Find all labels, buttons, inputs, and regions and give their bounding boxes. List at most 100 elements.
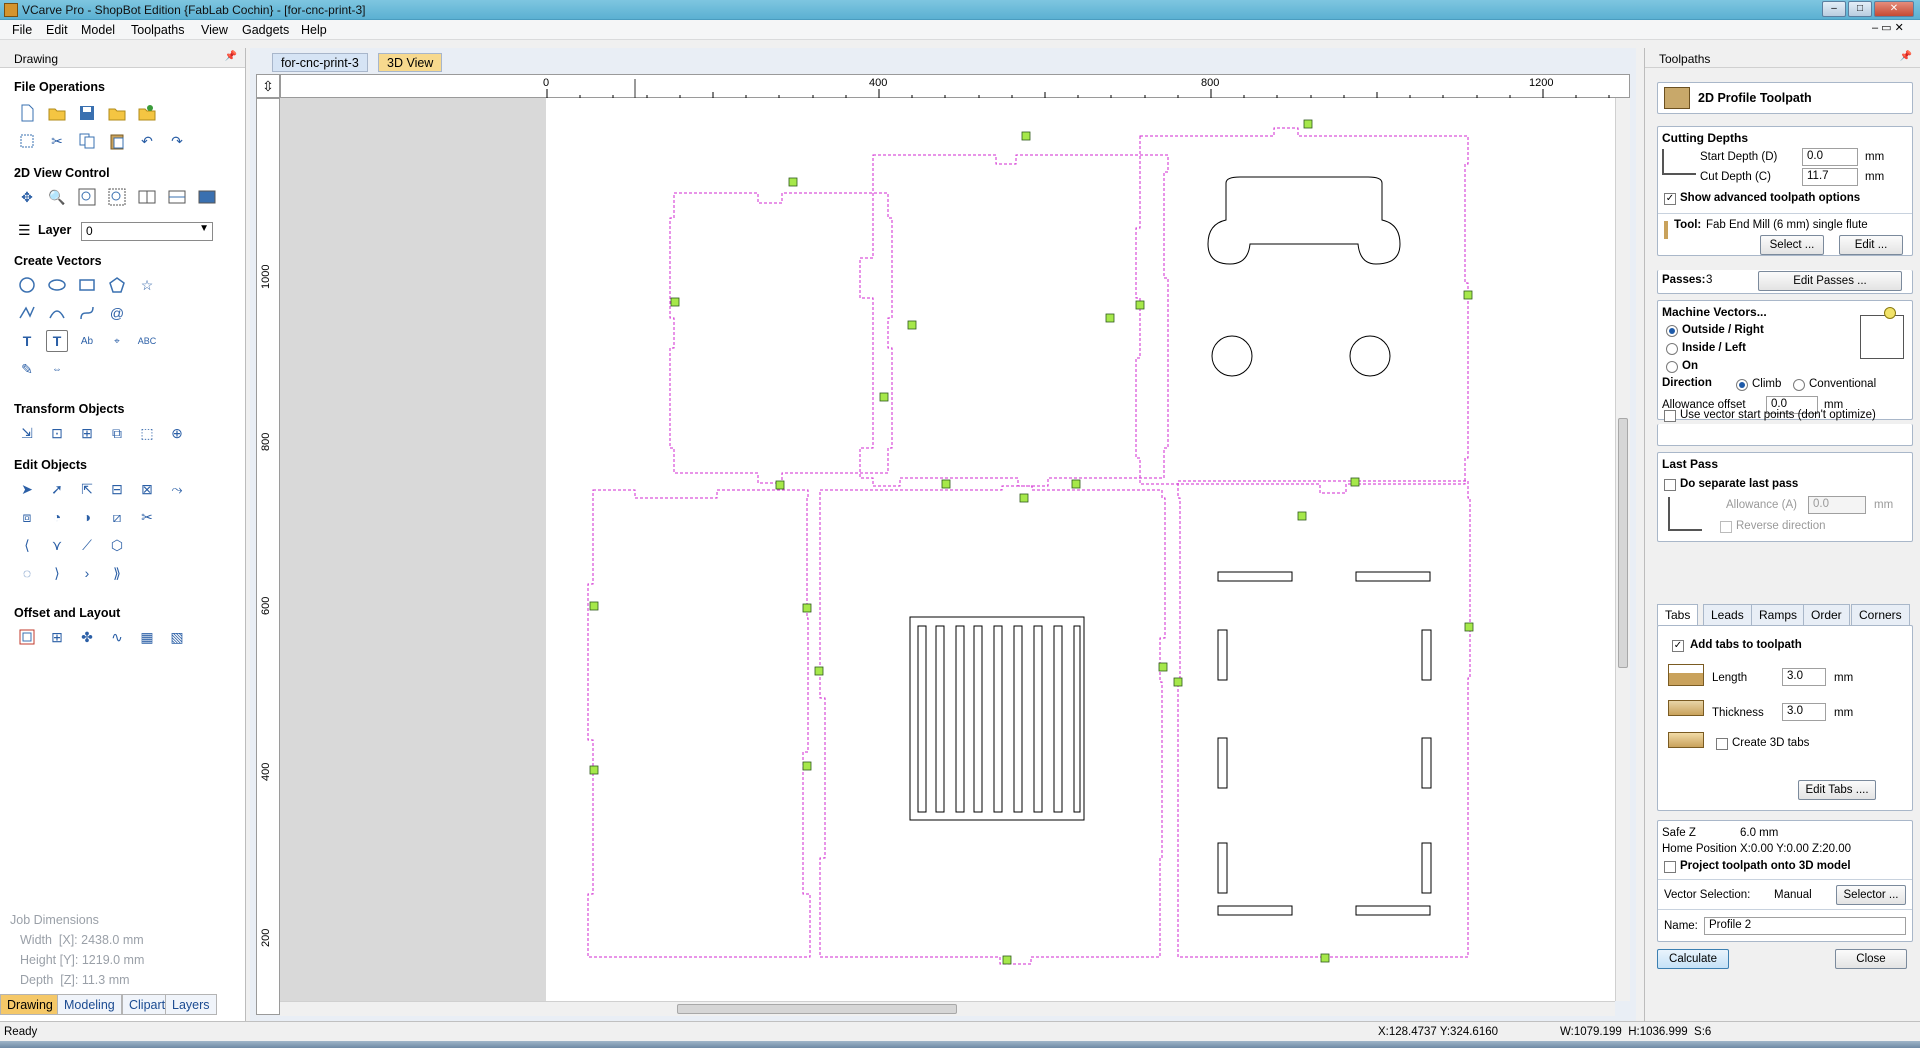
text-curve-icon[interactable]: Ab: [76, 330, 98, 352]
menu-view[interactable]: View: [201, 23, 228, 37]
open-file-icon[interactable]: [46, 102, 68, 124]
import-icon[interactable]: [106, 102, 128, 124]
view-horizontal-icon[interactable]: [166, 186, 188, 208]
tab-order[interactable]: Order: [1803, 604, 1850, 626]
save-icon[interactable]: [76, 102, 98, 124]
menu-file[interactable]: File: [12, 23, 32, 37]
tab-leads[interactable]: Leads: [1703, 604, 1752, 626]
polygon-icon[interactable]: [106, 274, 128, 296]
select-all-icon[interactable]: [16, 130, 38, 152]
edit-tool-button[interactable]: Edit ...: [1839, 235, 1903, 255]
outside-right-radio[interactable]: [1666, 325, 1678, 337]
align-icon[interactable]: ⊞: [76, 422, 98, 444]
scale-icon[interactable]: ⊡: [46, 422, 68, 444]
minimize-button[interactable]: –: [1822, 1, 1846, 17]
cut-depth-field[interactable]: 11.7: [1802, 168, 1858, 186]
group-icon[interactable]: ⊟: [106, 478, 128, 500]
conventional-radio[interactable]: [1793, 379, 1805, 391]
polyline-icon[interactable]: [16, 302, 38, 324]
undo-icon[interactable]: ↶: [136, 130, 158, 152]
fit-to-curve-icon[interactable]: ▧: [166, 626, 188, 648]
use-vector-start-checkbox[interactable]: [1664, 410, 1676, 422]
menu-model[interactable]: Model: [81, 23, 115, 37]
arc-icon[interactable]: [76, 302, 98, 324]
smooth-icon[interactable]: ⬡: [106, 534, 128, 556]
measure-icon[interactable]: ⇔: [46, 358, 68, 380]
tab-modeling[interactable]: Modeling: [57, 994, 122, 1015]
vertical-scrollbar[interactable]: [1615, 98, 1630, 1001]
zoom-extents-icon[interactable]: [76, 186, 98, 208]
offset-icon[interactable]: [16, 626, 38, 648]
paste-icon[interactable]: [106, 130, 128, 152]
separate-last-pass-checkbox[interactable]: [1664, 479, 1676, 491]
horizontal-scrollbar[interactable]: [280, 1001, 1615, 1016]
tab-length-field[interactable]: 3.0: [1782, 668, 1826, 686]
project-toolpath-checkbox[interactable]: [1664, 861, 1676, 873]
selector-button[interactable]: Selector ...: [1836, 885, 1906, 905]
select-arrow-icon[interactable]: ➤: [16, 478, 38, 500]
mirror-icon[interactable]: ⧉: [106, 422, 128, 444]
array-copy-icon[interactable]: ⊞: [46, 626, 68, 648]
horizontal-scroll-thumb[interactable]: [677, 1004, 957, 1014]
join-icon[interactable]: ⤳: [166, 478, 188, 500]
vertical-scroll-thumb[interactable]: [1618, 418, 1628, 668]
pin-icon[interactable]: 📌: [225, 51, 237, 62]
relief-icon[interactable]: ⟫: [106, 562, 128, 584]
close-vector-icon[interactable]: ◌: [16, 562, 38, 584]
extend-icon[interactable]: ⟋: [76, 534, 98, 556]
new-file-icon[interactable]: [16, 102, 38, 124]
menu-toolpaths[interactable]: Toolpaths: [131, 23, 185, 37]
tab-corners[interactable]: Corners: [1851, 604, 1910, 626]
toolpath-name-field[interactable]: Profile 2: [1704, 917, 1906, 935]
subtract-icon[interactable]: ◔: [46, 506, 68, 528]
distort-icon[interactable]: ⬚: [136, 422, 158, 444]
zoom-icon[interactable]: 🔍: [46, 186, 68, 208]
weld-icon[interactable]: ⧈: [16, 506, 38, 528]
intersect-icon[interactable]: ◑: [76, 506, 98, 528]
trim-icon[interactable]: ⧄: [106, 506, 128, 528]
tab-tabs[interactable]: Tabs: [1657, 604, 1699, 626]
scissors-icon[interactable]: ✂: [136, 506, 158, 528]
interactive-select-icon[interactable]: ⇱: [76, 478, 98, 500]
tab-ramps[interactable]: Ramps: [1751, 604, 1806, 626]
tab-drawing[interactable]: Drawing: [0, 994, 60, 1015]
edit-tabs-button[interactable]: Edit Tabs ....: [1798, 780, 1876, 800]
ungroup-icon[interactable]: ⊠: [136, 478, 158, 500]
ruler-origin-icon[interactable]: ⇳: [256, 74, 280, 98]
show-advanced-checkbox[interactable]: ✓: [1664, 193, 1676, 205]
tbone-icon[interactable]: ›: [76, 562, 98, 584]
auto-layout-text-icon[interactable]: ABC: [136, 330, 158, 352]
tab-document[interactable]: for-cnc-print-3: [272, 53, 368, 72]
pin-icon[interactable]: 📌: [1900, 51, 1912, 62]
cut-icon[interactable]: ✂: [46, 130, 68, 152]
ellipse-icon[interactable]: [46, 274, 68, 296]
chamfer-icon[interactable]: ⋎: [46, 534, 68, 556]
tab-3d-view[interactable]: 3D View: [378, 53, 443, 72]
text-icon[interactable]: T: [16, 330, 38, 352]
copy-icon[interactable]: [76, 130, 98, 152]
curve-icon[interactable]: [46, 302, 68, 324]
import-bitmap-icon[interactable]: [136, 102, 158, 124]
edit-passes-button[interactable]: Edit Passes ...: [1758, 271, 1902, 291]
close-window-button[interactable]: ✕: [1874, 1, 1914, 17]
spiral-icon[interactable]: @: [106, 302, 128, 324]
menu-edit[interactable]: Edit: [46, 23, 68, 37]
mdi-controls[interactable]: – ▭ ✕: [1872, 21, 1904, 34]
nesting-icon[interactable]: ▦: [136, 626, 158, 648]
select-tool-button[interactable]: Select ...: [1760, 235, 1824, 255]
set-origin-icon[interactable]: ⊕: [166, 422, 188, 444]
inside-left-radio[interactable]: [1666, 343, 1678, 355]
add-tabs-checkbox[interactable]: ✓: [1672, 640, 1684, 652]
close-button[interactable]: Close: [1835, 949, 1907, 969]
circular-array-icon[interactable]: ✤: [76, 626, 98, 648]
pan-icon[interactable]: ✥: [16, 186, 38, 208]
calculate-button[interactable]: Calculate: [1657, 949, 1729, 969]
text-on-curve-icon[interactable]: T: [46, 330, 68, 352]
tab-layers[interactable]: Layers: [165, 994, 217, 1015]
start-depth-field[interactable]: 0.0: [1802, 148, 1858, 166]
maximize-button[interactable]: □: [1848, 1, 1872, 17]
view-toggle-icon[interactable]: [196, 186, 218, 208]
climb-radio[interactable]: [1736, 379, 1748, 391]
copy-along-vector-icon[interactable]: ∿: [106, 626, 128, 648]
menu-gadgets[interactable]: Gadgets: [242, 23, 289, 37]
